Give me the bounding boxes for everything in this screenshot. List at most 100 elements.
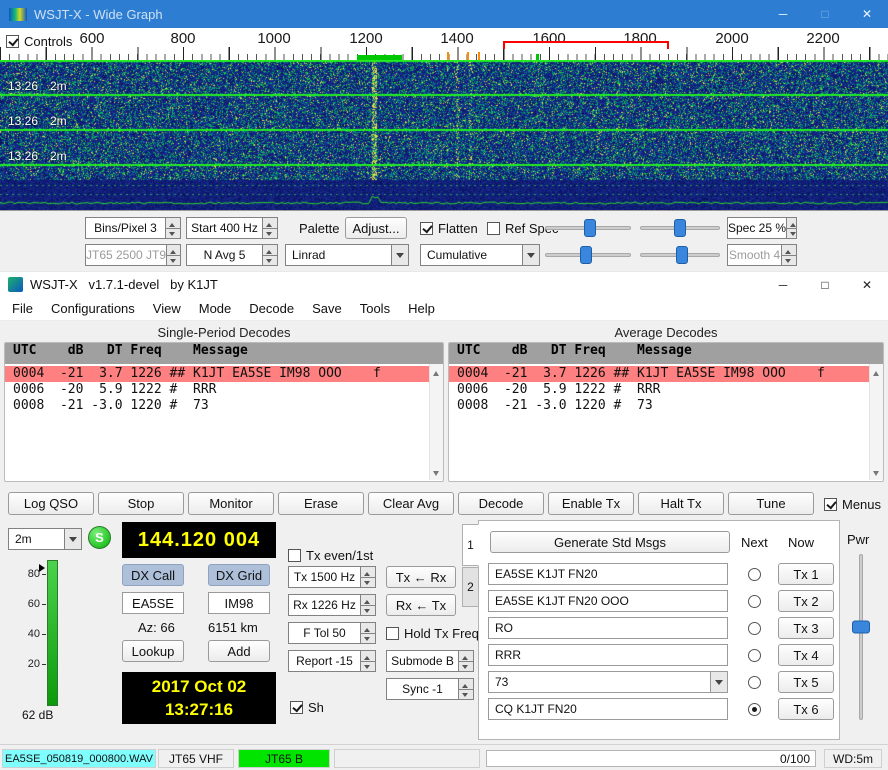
scroll-down-icon[interactable] xyxy=(870,466,883,480)
maximize-icon[interactable]: □ xyxy=(804,0,846,28)
spinner-buttons[interactable] xyxy=(458,679,473,699)
menu-configurations[interactable]: Configurations xyxy=(42,297,144,321)
submode-spinbox[interactable]: Submode B xyxy=(386,650,474,672)
tx6-now-button[interactable]: Tx 6 xyxy=(778,698,834,720)
spin-down-icon[interactable] xyxy=(459,689,473,700)
n-avg-spinbox[interactable]: N Avg 5 xyxy=(186,244,278,266)
tx-from-rx-button[interactable]: Tx ← Rx xyxy=(386,566,456,588)
adjust-button[interactable]: Adjust... xyxy=(345,217,407,239)
slider-handle[interactable] xyxy=(674,219,686,237)
pwr-slider[interactable] xyxy=(851,554,871,720)
spectrum-zero-slider[interactable] xyxy=(640,245,720,265)
spin-up-icon[interactable] xyxy=(361,567,375,577)
tx3-message-input[interactable]: RO xyxy=(488,617,728,639)
dx-grid-input[interactable]: IM98 xyxy=(208,592,270,614)
dx-call-input[interactable]: EA5SE xyxy=(122,592,184,614)
spin-up-icon[interactable] xyxy=(361,595,375,605)
monitor-button[interactable]: Monitor xyxy=(188,492,274,515)
decode-list[interactable]: 0004 -21 3.7 1226 ## K1JT EA5SE IM98 OOO… xyxy=(5,364,443,480)
enable-tx-button[interactable]: Enable Tx xyxy=(548,492,634,515)
spin-up-icon[interactable] xyxy=(361,651,375,661)
report-spinbox[interactable]: Report -15 xyxy=(288,650,376,672)
scroll-up-icon[interactable] xyxy=(870,364,883,378)
slider-handle[interactable] xyxy=(580,246,592,264)
scroll-up-icon[interactable] xyxy=(430,364,443,378)
smooth-spinbox[interactable]: Smooth 4 xyxy=(727,244,797,266)
spinner-buttons[interactable] xyxy=(781,245,796,265)
sync-spinbox[interactable]: Sync -1 xyxy=(386,678,474,700)
tx2-message-input[interactable]: EA5SE K1JT FN20 OOO xyxy=(488,590,728,612)
menu-tools[interactable]: Tools xyxy=(351,297,399,321)
spin-up-icon[interactable] xyxy=(459,679,473,689)
tx4-now-button[interactable]: Tx 4 xyxy=(778,644,834,666)
halt-tx-button[interactable]: Halt Tx xyxy=(638,492,724,515)
palette-combobox[interactable]: Linrad xyxy=(285,244,409,266)
tab-2[interactable]: 2 xyxy=(462,567,479,607)
tx4-message-input[interactable]: RRR xyxy=(488,644,728,666)
decode-row[interactable]: 0008 -21 -3.0 1220 # 73 xyxy=(449,398,869,414)
tx5-now-button[interactable]: Tx 5 xyxy=(778,671,834,693)
minimize-icon[interactable]: ─ xyxy=(762,272,804,297)
stop-button[interactable]: Stop xyxy=(98,492,184,515)
lookup-button[interactable]: Lookup xyxy=(122,640,184,662)
start-freq-spinbox[interactable]: Start 400 Hz xyxy=(186,217,278,239)
spin-up-icon[interactable] xyxy=(167,245,180,255)
band-combobox[interactable]: 2m xyxy=(8,528,82,550)
log-qso-button[interactable]: Log QSO xyxy=(8,492,94,515)
spinner-buttons[interactable] xyxy=(786,218,796,238)
rx-freq-spinbox[interactable]: Rx 1226 Hz xyxy=(288,594,376,616)
spin-up-icon[interactable] xyxy=(787,218,796,228)
slider-handle[interactable] xyxy=(852,621,870,634)
dx-grid-button[interactable]: DX Grid xyxy=(208,564,270,586)
tx5-message-combobox[interactable]: 73 xyxy=(488,671,728,693)
decode-row[interactable]: 0008 -21 -3.0 1220 # 73 xyxy=(5,398,429,414)
generate-std-msgs-button[interactable]: Generate Std Msgs xyxy=(490,531,730,553)
menu-save[interactable]: Save xyxy=(303,297,351,321)
hold-tx-freq-checkbox[interactable]: Hold Tx Freq xyxy=(386,626,479,641)
rx-from-tx-button[interactable]: Rx ← Tx xyxy=(386,594,456,616)
spin-down-icon[interactable] xyxy=(782,255,796,266)
spinner-buttons[interactable] xyxy=(360,651,375,671)
slider-handle[interactable] xyxy=(584,219,596,237)
close-icon[interactable]: ✕ xyxy=(846,272,888,297)
decode-button[interactable]: Decode xyxy=(458,492,544,515)
main-titlebar[interactable]: WSJT-X v1.7.1-devel by K1JT ─ □ ✕ xyxy=(0,272,888,297)
menu-mode[interactable]: Mode xyxy=(190,297,241,321)
spin-down-icon[interactable] xyxy=(263,255,277,266)
tune-button[interactable]: Tune xyxy=(728,492,814,515)
spinner-buttons[interactable] xyxy=(458,651,473,671)
tx6-next-radio[interactable] xyxy=(748,703,761,716)
tx6-message-input[interactable]: CQ K1JT FN20 xyxy=(488,698,728,720)
tx3-now-button[interactable]: Tx 3 xyxy=(778,617,834,639)
menu-help[interactable]: Help xyxy=(399,297,444,321)
jt65-jt9-split-spinbox[interactable]: JT65 2500 JT9 xyxy=(85,244,181,266)
slider-handle[interactable] xyxy=(676,246,688,264)
menu-file[interactable]: File xyxy=(3,297,42,321)
waterfall-gain-slider[interactable] xyxy=(545,218,631,238)
spinner-buttons[interactable] xyxy=(360,623,375,643)
wide-graph-titlebar[interactable]: WSJT-X - Wide Graph ─ □ ✕ xyxy=(0,0,888,28)
tx4-next-radio[interactable] xyxy=(748,649,761,662)
waterfall-display[interactable] xyxy=(0,60,888,210)
spinner-buttons[interactable] xyxy=(262,245,277,265)
dx-call-button[interactable]: DX Call xyxy=(122,564,184,586)
spec-percent-spinbox[interactable]: Spec 25 % xyxy=(727,217,797,239)
spin-down-icon[interactable] xyxy=(166,228,180,239)
add-button[interactable]: Add xyxy=(208,640,270,662)
tx-freq-spinbox[interactable]: Tx 1500 Hz xyxy=(288,566,376,588)
spin-up-icon[interactable] xyxy=(361,623,375,633)
spin-down-icon[interactable] xyxy=(263,228,277,239)
spin-down-icon[interactable] xyxy=(459,661,473,672)
decode-row[interactable]: 0004 -21 3.7 1226 ## K1JT EA5SE IM98 OOO… xyxy=(449,366,869,382)
minimize-icon[interactable]: ─ xyxy=(762,0,804,28)
spinner-buttons[interactable] xyxy=(165,218,180,238)
spin-up-icon[interactable] xyxy=(782,245,796,255)
erase-button[interactable]: Erase xyxy=(278,492,364,515)
spinner-buttons[interactable] xyxy=(360,567,375,587)
decode-row[interactable]: 0004 -21 3.7 1226 ## K1JT EA5SE IM98 OOO… xyxy=(5,366,429,382)
scrollbar[interactable] xyxy=(869,364,883,480)
tx5-next-radio[interactable] xyxy=(748,676,761,689)
spinner-buttons[interactable] xyxy=(360,595,375,615)
decode-row[interactable]: 0006 -20 5.9 1222 # RRR xyxy=(5,382,429,398)
tab-1[interactable]: 1 xyxy=(462,524,479,566)
